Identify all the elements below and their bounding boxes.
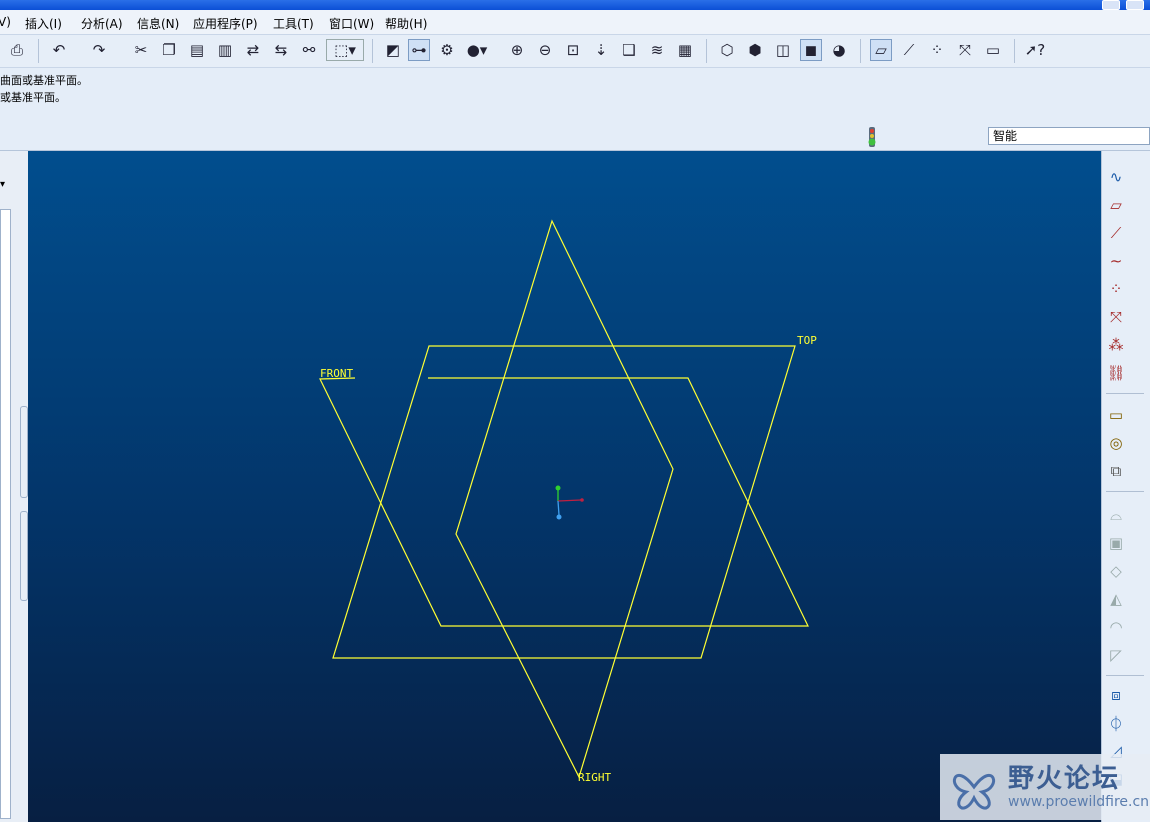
sash-handle-2[interactable] bbox=[20, 511, 28, 601]
regenerate-icon[interactable]: ⇄ bbox=[242, 39, 264, 61]
menu-window[interactable]: 窗口(W) bbox=[329, 15, 374, 32]
datum-points-icon[interactable]: ⁘ bbox=[926, 39, 948, 61]
sash-handle[interactable] bbox=[20, 406, 28, 498]
paste-icon[interactable]: ▤ bbox=[186, 39, 208, 61]
message-line-1: 曲面或基准平面。 bbox=[0, 74, 88, 87]
revolve-icon[interactable]: ◎ bbox=[1104, 431, 1128, 455]
orient-icon[interactable]: ⚙ bbox=[436, 39, 458, 61]
chamfer-icon[interactable]: ◸ bbox=[1104, 643, 1128, 667]
top-label: TOP bbox=[797, 334, 817, 347]
redo-icon[interactable]: ↷ bbox=[88, 39, 110, 61]
model-tree-toggle-icon[interactable]: ◕ bbox=[828, 39, 850, 61]
zoom-in-icon[interactable]: ⊕ bbox=[506, 39, 528, 61]
message-area: 曲面或基准平面。 或基准平面。 bbox=[0, 68, 1150, 124]
appearance-icon[interactable]: ●▾ bbox=[466, 39, 488, 61]
select-box-icon[interactable]: ⬚▾ bbox=[326, 39, 364, 61]
datum-axes-icon[interactable]: ⟋ bbox=[898, 39, 920, 61]
menu-help[interactable]: 帮助(H) bbox=[385, 15, 427, 32]
title-bar bbox=[0, 0, 1150, 10]
sketch-icon[interactable]: ∿ bbox=[1104, 165, 1128, 189]
watermark: 野火论坛 www.proewildfire.cn bbox=[940, 754, 1150, 820]
repaint-icon[interactable]: ◩ bbox=[382, 39, 404, 61]
message-line-2: 或基准平面。 bbox=[0, 91, 66, 104]
datum-planes-icon[interactable]: ▱ bbox=[870, 39, 892, 61]
copy-icon[interactable]: ❐ bbox=[158, 39, 180, 61]
model-tree-area[interactable] bbox=[0, 209, 11, 819]
hole-icon[interactable]: ⌓ bbox=[1104, 503, 1128, 527]
pattern-icon[interactable]: ⧈ bbox=[1104, 683, 1128, 707]
menu-analysis[interactable]: 分析(A) bbox=[81, 15, 123, 32]
graphics-window[interactable]: FRONT TOP RIGHT bbox=[28, 151, 1101, 822]
menu-bar: V) 插入(I) 分析(A) 信息(N) 应用程序(P) 工具(T) 窗口(W)… bbox=[0, 10, 1150, 35]
mirror-icon[interactable]: ⏀ bbox=[1104, 711, 1128, 735]
annotation-icon[interactable]: ▭ bbox=[982, 39, 1004, 61]
saved-views-icon[interactable]: ❑ bbox=[618, 39, 640, 61]
refit-icon[interactable]: ⊡ bbox=[562, 39, 584, 61]
hidden-line-icon[interactable]: ⬢ bbox=[744, 39, 766, 61]
no-hidden-icon[interactable]: ◫ bbox=[772, 39, 794, 61]
view-manager-icon[interactable]: ▦ bbox=[674, 39, 696, 61]
draft-icon[interactable]: ◭ bbox=[1104, 587, 1128, 611]
right-plane[interactable] bbox=[455, 219, 674, 779]
front-label: FRONT bbox=[320, 367, 353, 380]
menu-info[interactable]: 信息(N) bbox=[137, 15, 179, 32]
analysis-icon[interactable]: ⁂ bbox=[1104, 333, 1128, 357]
coordinate-system-icon bbox=[555, 485, 584, 520]
extrude-icon[interactable]: ▭ bbox=[1104, 403, 1128, 427]
find-icon[interactable]: ⚯ bbox=[298, 39, 320, 61]
axis-icon[interactable]: ⟋ bbox=[1104, 221, 1128, 245]
round-icon[interactable]: ◠ bbox=[1104, 615, 1128, 639]
menu-insert[interactable]: 插入(I) bbox=[25, 15, 62, 32]
menu-applications[interactable]: 应用程序(P) bbox=[193, 15, 258, 32]
minimize-button[interactable] bbox=[1102, 0, 1120, 10]
curve-icon[interactable]: ∼ bbox=[1104, 249, 1128, 273]
shell-icon[interactable]: ▣ bbox=[1104, 531, 1128, 555]
whats-this-icon[interactable]: ➚? bbox=[1024, 39, 1046, 61]
model-view[interactable]: FRONT TOP RIGHT bbox=[28, 151, 1101, 822]
top-plane[interactable] bbox=[332, 345, 796, 659]
watermark-url: www.proewildfire.cn bbox=[1008, 794, 1150, 810]
csys-icon[interactable]: ⤧ bbox=[1104, 305, 1128, 329]
shading-icon[interactable]: ◼ bbox=[800, 39, 822, 61]
undo-icon[interactable]: ↶ bbox=[48, 39, 70, 61]
paste-special-icon[interactable]: ▥ bbox=[214, 39, 236, 61]
plane-icon[interactable]: ▱ bbox=[1104, 193, 1128, 217]
wireframe-icon[interactable]: ⬡ bbox=[716, 39, 738, 61]
sweep-icon[interactable]: ⧉ bbox=[1104, 459, 1128, 483]
menu-view[interactable]: V) bbox=[0, 15, 11, 29]
zoom-out-icon[interactable]: ⊖ bbox=[534, 39, 556, 61]
regen-manager-icon[interactable]: ⇆ bbox=[270, 39, 292, 61]
watermark-title: 野火论坛 bbox=[1008, 764, 1121, 794]
feature-toolbar: ∿ ▱ ⟋ ∼ ⁘ ⤧ ⁂ ⛓ ▭ ◎ ⧉ ⌓ ▣ ◇ ◭ ◠ ◸ ⧈ ⏀ ◿ … bbox=[1101, 151, 1150, 822]
copy-geom-icon[interactable]: ⛓ bbox=[1104, 361, 1128, 385]
navigator-dropdown-icon[interactable]: ▾ bbox=[0, 179, 12, 199]
point-icon[interactable]: ⁘ bbox=[1104, 277, 1128, 301]
selection-filter-select[interactable]: 智能 bbox=[988, 127, 1150, 145]
reorient-icon[interactable]: ⇣ bbox=[590, 39, 612, 61]
status-bar: 智能 bbox=[0, 124, 1150, 151]
layers-icon[interactable]: ≋ bbox=[646, 39, 668, 61]
watermark-logo-icon bbox=[952, 773, 996, 810]
maximize-button[interactable] bbox=[1126, 0, 1144, 10]
right-label: RIGHT bbox=[578, 771, 611, 784]
cut-icon[interactable]: ✂ bbox=[130, 39, 152, 61]
front-plane[interactable] bbox=[319, 377, 809, 627]
print-icon[interactable]: ⎙ bbox=[6, 39, 28, 61]
navigator-panel: ▾ bbox=[0, 151, 28, 822]
coordinate-systems-icon[interactable]: ⤧ bbox=[954, 39, 976, 61]
main-toolbar: ⎙ ↶ ↷ ✂ ❐ ▤ ▥ ⇄ ⇆ ⚯ ⬚▾ ◩ ⊶ ⚙ ●▾ ⊕ ⊖ ⊡ ⇣ … bbox=[0, 35, 1150, 68]
spin-center-icon[interactable]: ⊶ bbox=[408, 39, 430, 61]
status-light-icon bbox=[868, 127, 876, 147]
rib-icon[interactable]: ◇ bbox=[1104, 559, 1128, 583]
menu-tools[interactable]: 工具(T) bbox=[273, 15, 314, 32]
